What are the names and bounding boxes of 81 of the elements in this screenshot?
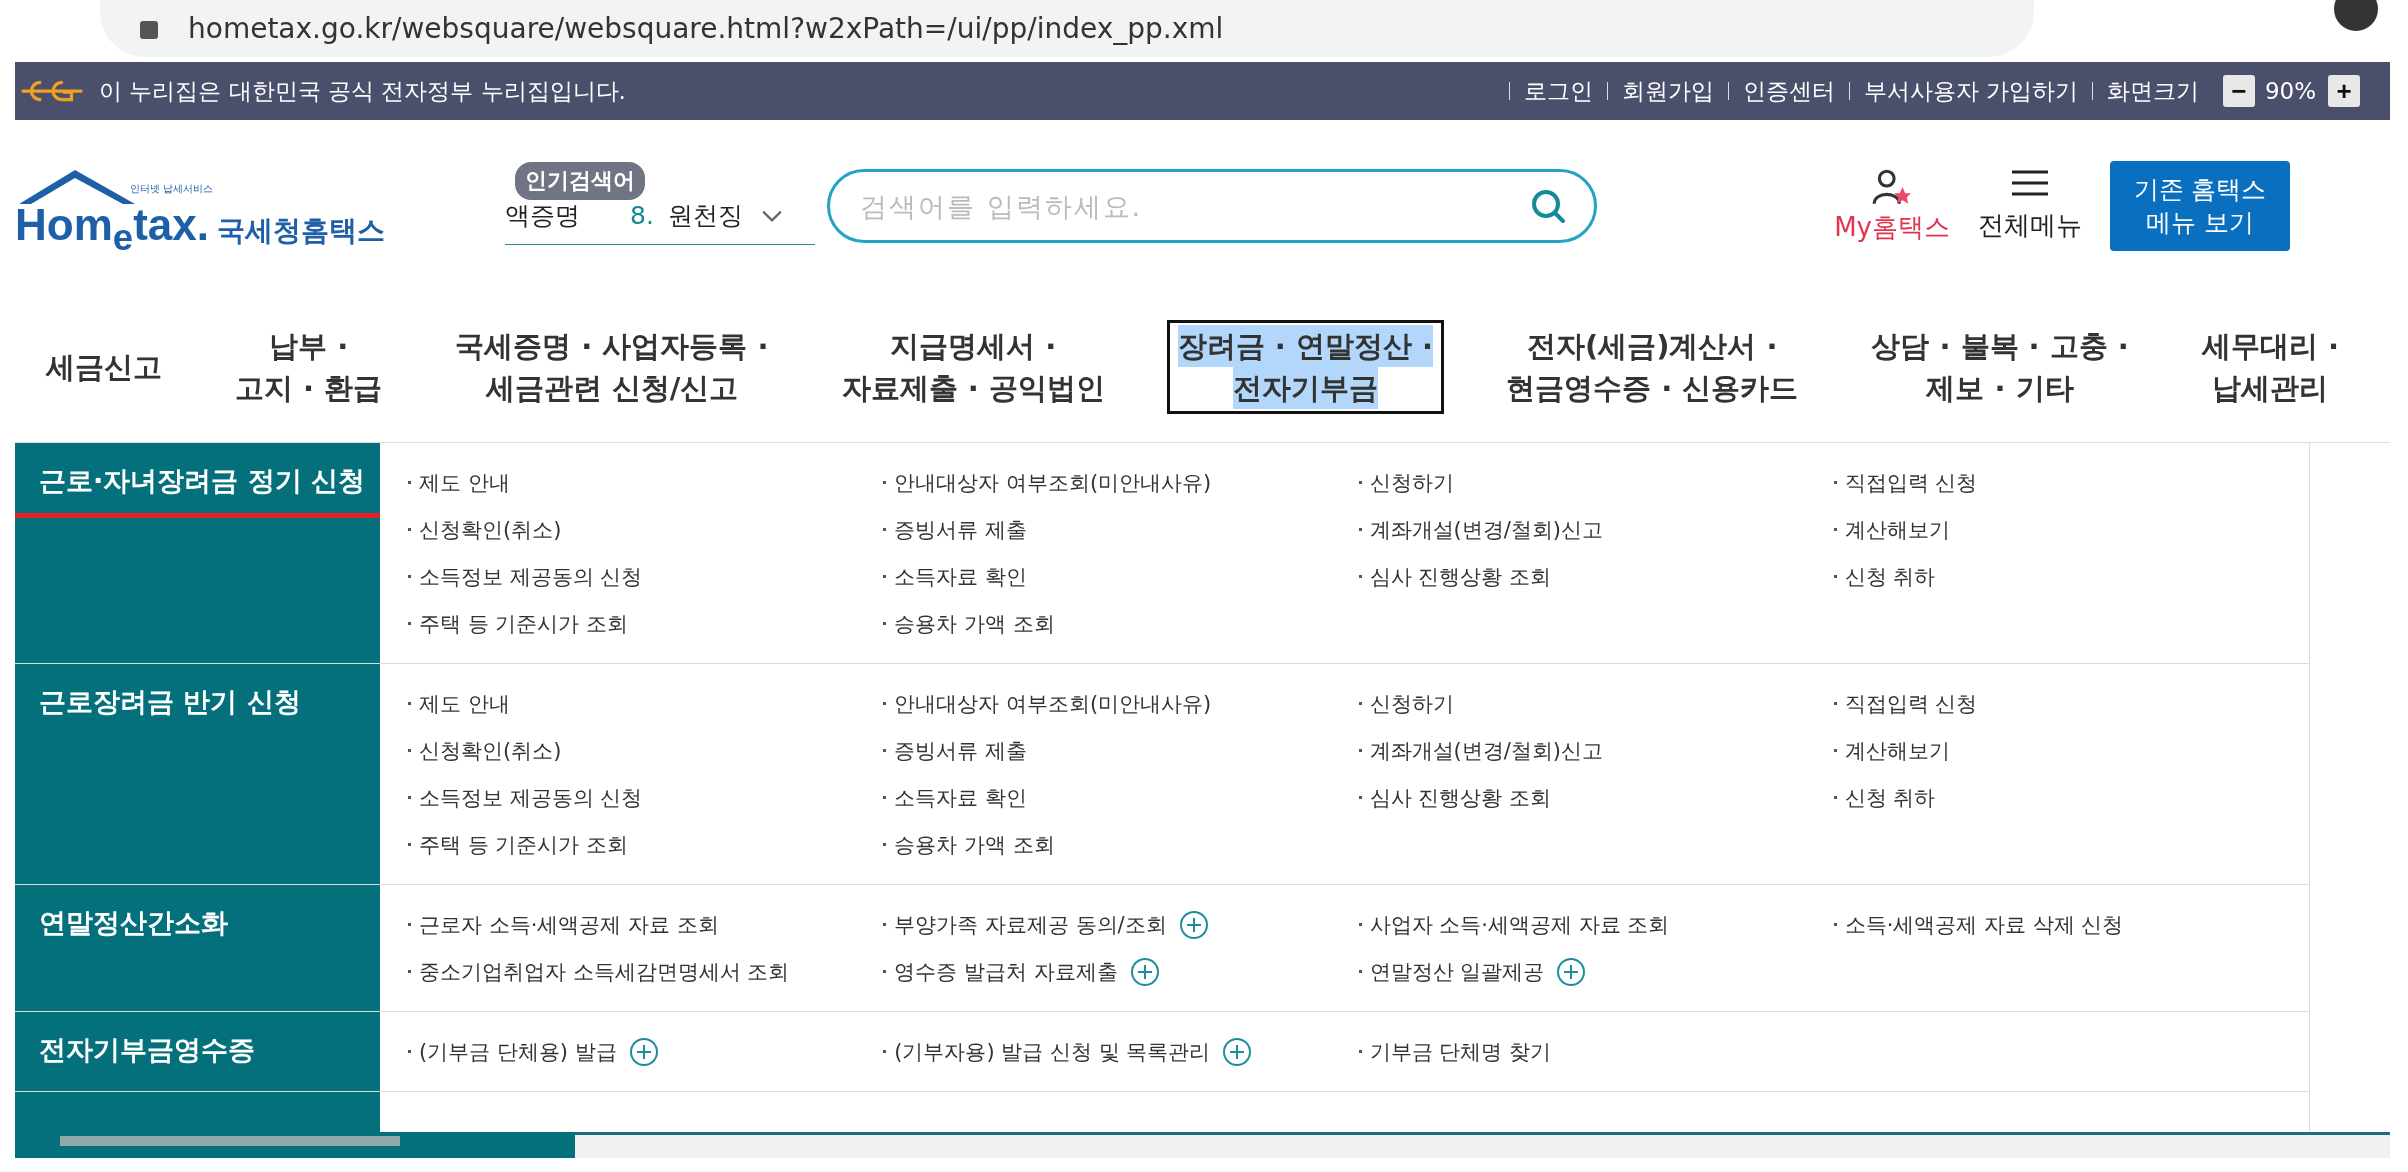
address-bar[interactable]: hometax.go.kr/websquare/websquare.html?w2xPath=/ui/pp/index_pp.xml <box>100 0 2034 57</box>
top-link[interactable]: 회원가입 <box>1621 75 1714 107</box>
submenu-link[interactable]: 사업자 소득·세액공제 자료 조회 <box>1369 910 1670 939</box>
main-menu-tab[interactable]: 장려금 · 연말정산 · 전자기부금 <box>1166 320 1445 414</box>
submenu-link[interactable]: 승용차 가액 조회 <box>894 609 1055 638</box>
submenu-link[interactable]: 계산해보기 <box>1844 515 1950 544</box>
submenu-link[interactable]: (기부자용) 발급 신청 및 목록관리 <box>894 1037 1211 1066</box>
my-hometax-button[interactable]: My홈택스 <box>1834 167 1950 245</box>
submenu-heading[interactable]: 연말정산간소화 <box>15 885 380 1011</box>
expand-plus-icon[interactable] <box>1178 909 1209 940</box>
submenu-link[interactable]: 신청하기 <box>1369 689 1454 718</box>
top-link[interactable]: 인증센터 <box>1742 75 1835 107</box>
submenu-link[interactable]: 연말정산 일괄제공 <box>1369 957 1545 986</box>
submenu-link[interactable]: 계좌개설(변경/철회)신고 <box>1369 736 1603 765</box>
expand-plus-icon[interactable] <box>1556 956 1587 987</box>
submenu-link[interactable]: 부양가족 자료제공 동의/조회 <box>894 910 1167 939</box>
zoom-label: 화면크기 <box>2106 76 2199 106</box>
submenu-link[interactable]: 소득정보 제공동의 신청 <box>419 562 643 591</box>
logo-name[interactable]: 국세청홈택스 <box>217 212 385 250</box>
submenu-link[interactable]: 신청 취하 <box>1844 562 1936 591</box>
main-menu-tab[interactable]: 납부 · 고지 · 환급 <box>224 320 394 414</box>
submenu-heading[interactable]: 전자기부금영수증 <box>15 1012 380 1091</box>
submenu-link[interactable]: 신청확인(취소) <box>419 515 562 544</box>
submenu-link[interactable]: 계좌개설(변경/철회)신고 <box>1369 515 1603 544</box>
submenu-link[interactable]: 직접입력 신청 <box>1844 468 1978 497</box>
all-menu-button[interactable]: 전체메뉴 <box>1978 169 2082 243</box>
submenu-link[interactable]: 심사 진행상황 조회 <box>1369 783 1551 812</box>
submenu-link[interactable]: 주택 등 기준시가 조회 <box>419 609 629 638</box>
submenu-heading[interactable]: 근로·자녀장려금 정기 신청 <box>15 443 380 663</box>
chevron-down-icon[interactable] <box>760 208 783 223</box>
expand-plus-icon[interactable] <box>628 1036 659 1067</box>
submenu-link[interactable]: 소득자료 확인 <box>894 783 1027 812</box>
submenu-link[interactable]: 증빙서류 제출 <box>894 736 1027 765</box>
submenu-link[interactable]: 소득자료 확인 <box>894 562 1027 591</box>
user-star-icon <box>1871 167 1914 206</box>
logo-wordmark[interactable]: Hom$_{e}$tax. <box>15 200 209 259</box>
url-text: hometax.go.kr/websquare/websquare.html?w2xPath=/ui/pp/index_pp.xml <box>188 13 1224 45</box>
logo-tagline: 인터넷 납세서비스 <box>130 182 214 196</box>
expand-plus-icon[interactable] <box>1222 1036 1253 1067</box>
submenu-link[interactable]: 증빙서류 제출 <box>894 515 1027 544</box>
menu-icon <box>2012 169 2048 196</box>
submenu-link[interactable]: 승용차 가액 조회 <box>894 830 1055 859</box>
legacy-menu-button[interactable]: 기존 홈택스 메뉴 보기 <box>2110 161 2290 251</box>
profile-avatar-icon[interactable] <box>2334 0 2378 31</box>
submenu-link[interactable]: 신청확인(취소) <box>419 736 562 765</box>
submenu-link[interactable]: 제도 안내 <box>419 468 510 497</box>
site-info-icon[interactable] <box>140 21 158 39</box>
main-menu-tab[interactable]: 전자(세금)계산서 · 현금영수증 · 신용카드 <box>1495 320 1810 414</box>
submenu-link[interactable]: 소득·세액공제 자료 삭제 신청 <box>1844 910 2124 939</box>
popular-search-badge: 인기검색어 <box>515 162 645 200</box>
submenu-link[interactable]: 안내대상자 여부조회(미안내사유) <box>894 468 1212 497</box>
main-menu-tab[interactable]: 세무대리 · 납세관리 <box>2190 320 2350 414</box>
submenu-link[interactable]: (기부금 단체용) 발급 <box>419 1037 617 1066</box>
submenu-link[interactable]: 중소기업취업자 소득세감면명세서 조회 <box>419 957 790 986</box>
top-link[interactable]: 로그인 <box>1523 75 1593 107</box>
expand-plus-icon[interactable] <box>1129 956 1160 987</box>
submenu-link[interactable]: 신청하기 <box>1369 468 1454 497</box>
zoom-value: 90% <box>2264 78 2316 104</box>
main-menu-tab[interactable]: 국세증명 · 사업자등록 · 세금관련 신청/신고 <box>444 320 780 414</box>
submenu-link[interactable]: 근로자 소득·세액공제 자료 조회 <box>419 910 719 939</box>
submenu-heading[interactable]: 근로장려금 반기 신청 <box>15 664 380 884</box>
submenu-link[interactable]: 계산해보기 <box>1844 736 1950 765</box>
scrollbar-thumb[interactable] <box>60 1136 400 1146</box>
main-menu-tab[interactable]: 지급명세서 · 자료제출 · 공익법인 <box>830 320 1116 414</box>
submenu-link[interactable]: 기부금 단체명 찾기 <box>1369 1037 1551 1066</box>
submenu-link[interactable]: 안내대상자 여부조회(미안내사유) <box>894 689 1212 718</box>
submenu-link[interactable]: 영수증 발급처 자료제출 <box>894 957 1118 986</box>
zoom-in-button[interactable]: + <box>2328 75 2360 107</box>
zoom-out-button[interactable]: − <box>2222 75 2255 107</box>
submenu-link[interactable]: 신청 취하 <box>1844 783 1936 812</box>
main-menu-tab[interactable]: 세금신고 <box>35 341 173 393</box>
search-field[interactable]: 검색어를 입력하세요. <box>858 189 1528 223</box>
submenu-link[interactable]: 주택 등 기준시가 조회 <box>419 830 629 859</box>
official-notice: 이 누리집은 대한민국 공식 전자정부 누리집입니다. <box>99 76 626 106</box>
main-menu-tab[interactable]: 상담 · 불복 · 고충 · 제보 · 기타 <box>1860 320 2140 414</box>
submenu-link[interactable]: 직접입력 신청 <box>1844 689 1978 718</box>
search-bar[interactable]: 검색어를 입력하세요. <box>827 169 1597 243</box>
submenu-link[interactable]: 심사 진행상황 조회 <box>1369 562 1551 591</box>
submenu-link[interactable]: 제도 안내 <box>419 689 510 718</box>
submenu-link[interactable]: 소득정보 제공동의 신청 <box>419 783 643 812</box>
top-link[interactable]: 부서사용자 가입하기 <box>1863 75 2078 107</box>
